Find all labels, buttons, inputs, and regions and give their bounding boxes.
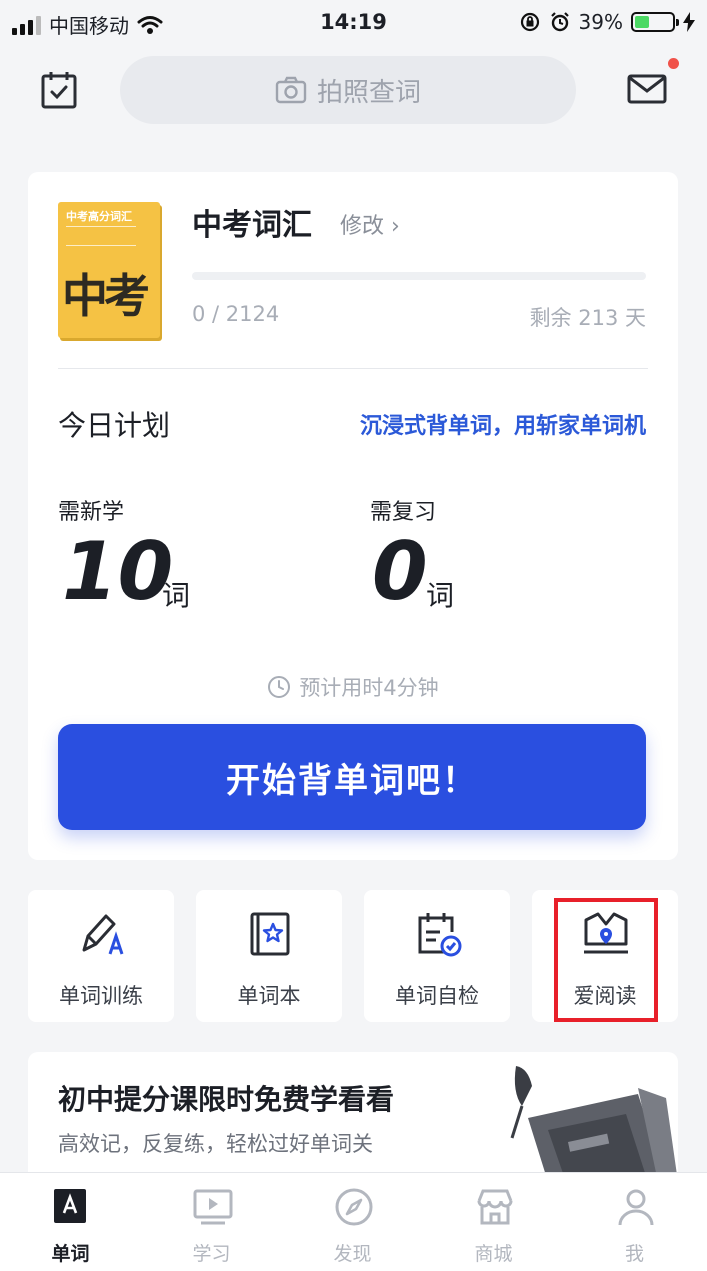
time-estimate-text: 预计用时4分钟 (299, 676, 439, 700)
new-words-count: 10 (62, 525, 174, 618)
cover-small-title: 中考高分词汇 (66, 210, 132, 223)
alarm-icon (550, 12, 569, 32)
notification-dot (668, 58, 679, 69)
mail-icon[interactable] (626, 72, 668, 106)
status-bar: 中国移动 14:19 39% (0, 0, 707, 46)
clipboard-check-icon (418, 913, 462, 957)
pencil-a-icon (82, 914, 124, 955)
word-machine-link[interactable]: 沉浸式背单词，用斩家单词机 (360, 408, 646, 440)
video-play-icon (193, 1189, 233, 1225)
scroll-illustration-icon (510, 1066, 678, 1182)
book-title: 中考词汇 (192, 208, 312, 243)
cover-big-text: 中考 (62, 269, 150, 323)
time-estimate: 预计用时4分钟 (28, 672, 678, 702)
progress-bar (192, 272, 646, 280)
tab-study[interactable]: 学习 (141, 1173, 282, 1271)
photo-search-bar[interactable]: 拍照查词 (120, 56, 576, 124)
compass-icon (335, 1188, 373, 1226)
remaining-days: 剩余 213 天 (529, 306, 646, 330)
tab-discover[interactable]: 发现 (282, 1173, 423, 1271)
tile-self-check[interactable]: 单词自检 (364, 890, 510, 1022)
calendar-check-icon[interactable] (40, 70, 78, 110)
star-book-icon (250, 912, 290, 956)
store-icon (477, 1189, 513, 1225)
promo-subtitle: 高效记，反复练，轻松过好单词关 (58, 1132, 373, 1156)
new-words-unit: 词 (162, 579, 191, 612)
bottom-tab-bar: 单词 学习 发现 商城 我 (0, 1172, 707, 1271)
tab-words[interactable]: 单词 (0, 1173, 141, 1271)
tab-label: 商城 (474, 1243, 513, 1265)
progress-count: 0 / 2124 (192, 302, 280, 326)
promo-title: 初中提分课限时免费学看看 (58, 1083, 395, 1116)
tile-word-book[interactable]: 单词本 (196, 890, 342, 1022)
rotation-lock-icon (520, 12, 539, 32)
new-words-label: 需新学 (58, 500, 125, 525)
course-promo-card[interactable]: 初中提分课限时免费学看看 高效记，反复练，轻松过好单词关 (28, 1052, 678, 1182)
clock-icon (268, 676, 291, 698)
review-words-count: 0 (372, 525, 428, 618)
letter-a-book-icon (54, 1189, 86, 1223)
tab-label: 发现 (333, 1243, 372, 1265)
divider (58, 368, 648, 369)
plan-title: 今日计划 (58, 409, 171, 442)
tile-label: 单词本 (237, 984, 301, 1008)
tile-label: 单词训练 (59, 984, 143, 1008)
tile-word-training[interactable]: 单词训练 (28, 890, 174, 1022)
tab-me[interactable]: 我 (564, 1173, 705, 1271)
review-words-label: 需复习 (370, 500, 437, 525)
plan-card: 中考高分词汇 中考 中考词汇 修改 › 0 / 2124 剩余 213 天 今日… (28, 172, 678, 860)
tab-label: 单词 (51, 1243, 90, 1265)
edit-book-link[interactable]: 修改 › (340, 208, 400, 240)
tile-label: 单词自检 (395, 984, 479, 1008)
battery-icon (631, 12, 679, 32)
person-icon (618, 1189, 654, 1226)
start-memorizing-button[interactable]: 开始背单词吧！ (58, 724, 646, 830)
tab-store[interactable]: 商城 (423, 1173, 564, 1271)
camera-icon (275, 76, 307, 104)
highlight-box (554, 898, 658, 1022)
battery-percent: 39% (578, 10, 623, 34)
charging-icon (683, 12, 695, 32)
book-cover[interactable]: 中考高分词汇 中考 (58, 202, 160, 338)
status-right: 39% (519, 10, 695, 34)
tab-label: 学习 (192, 1243, 231, 1265)
tab-label: 我 (624, 1243, 644, 1265)
review-words-unit: 词 (426, 579, 455, 612)
search-placeholder: 拍照查词 (316, 77, 421, 108)
